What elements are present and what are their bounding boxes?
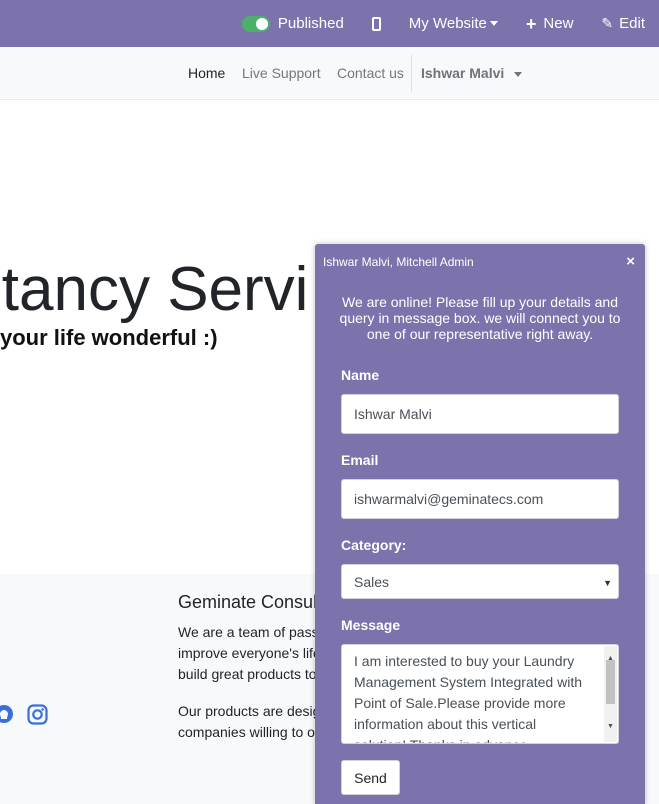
mobile-preview-button[interactable] (371, 16, 381, 31)
close-icon[interactable]: × (626, 253, 635, 270)
new-button[interactable]: + New (526, 15, 574, 33)
footer-text-line: companies willing to o (178, 724, 315, 740)
hero-subtitle: your life wonderful :) (0, 325, 218, 350)
chevron-down-icon: ▼ (603, 578, 612, 588)
message-textarea[interactable]: I am interested to buy your Laundry Mana… (341, 644, 619, 744)
category-label: Category: (341, 537, 407, 553)
website-switcher[interactable]: My Website (409, 15, 498, 32)
email-value: ishwarmalvi@geminatecs.com (354, 491, 544, 507)
nav-item-home[interactable]: Home (188, 65, 225, 81)
website-label: My Website (408, 15, 487, 32)
site-nav: Home Live Support Contact us Ishwar Malv… (0, 47, 659, 100)
user-name: Ishwar Malvi (421, 65, 505, 81)
category-value: Sales (354, 573, 390, 590)
chevron-down-icon (489, 21, 498, 26)
name-value: Ishwar Malvi (354, 406, 432, 422)
footer-text-line: improve everyone's life (178, 645, 321, 661)
chat-intro: We are online! Please fill up your detai… (339, 294, 621, 342)
nav-item-contact-us[interactable]: Contact us (337, 65, 404, 81)
nav-item-live-support[interactable]: Live Support (242, 65, 321, 81)
github-icon[interactable] (0, 704, 14, 724)
admin-bar: Published My Website + New ✎ Edit (0, 0, 659, 47)
pencil-icon: ✎ (601, 15, 614, 31)
footer-text-line: Our products are desig (178, 703, 321, 719)
plus-icon: + (525, 13, 537, 34)
scroll-down-icon[interactable]: ▼ (607, 716, 614, 737)
name-label: Name (341, 367, 380, 383)
published-label: Published (277, 15, 344, 32)
chevron-down-icon (514, 71, 523, 77)
nav-divider (411, 55, 412, 92)
name-field[interactable]: Ishwar Malvi (341, 394, 619, 434)
new-label: New (543, 15, 574, 32)
instagram-icon[interactable] (27, 704, 48, 725)
footer-title: Geminate Consult (178, 592, 323, 612)
edit-label: Edit (619, 15, 645, 32)
email-field[interactable]: ishwarmalvi@geminatecs.com (341, 479, 619, 519)
scroll-thumb[interactable] (606, 660, 615, 704)
toggle-icon[interactable] (241, 15, 270, 32)
user-menu[interactable]: Ishwar Malvi (421, 65, 523, 81)
send-button[interactable]: Send (341, 760, 400, 795)
footer-text-line: We are a team of pass (178, 624, 319, 640)
scrollbar[interactable]: ▲ ▼ (604, 646, 617, 742)
hero-title: ltancy Servi (0, 255, 309, 324)
chat-header: Ishwar Malvi, Mitchell Admin (323, 255, 474, 269)
edit-button[interactable]: ✎ Edit (601, 15, 645, 32)
mobile-icon (371, 16, 381, 31)
category-select[interactable]: Sales ▼ (341, 564, 619, 599)
live-chat-panel: Ishwar Malvi, Mitchell Admin × We are on… (315, 244, 645, 804)
publish-toggle[interactable]: Published (241, 15, 344, 32)
message-label: Message (341, 617, 401, 633)
footer-text-line: build great products to (178, 666, 317, 682)
message-value: I am interested to buy your Laundry Mana… (354, 653, 583, 743)
email-label: Email (341, 452, 379, 468)
